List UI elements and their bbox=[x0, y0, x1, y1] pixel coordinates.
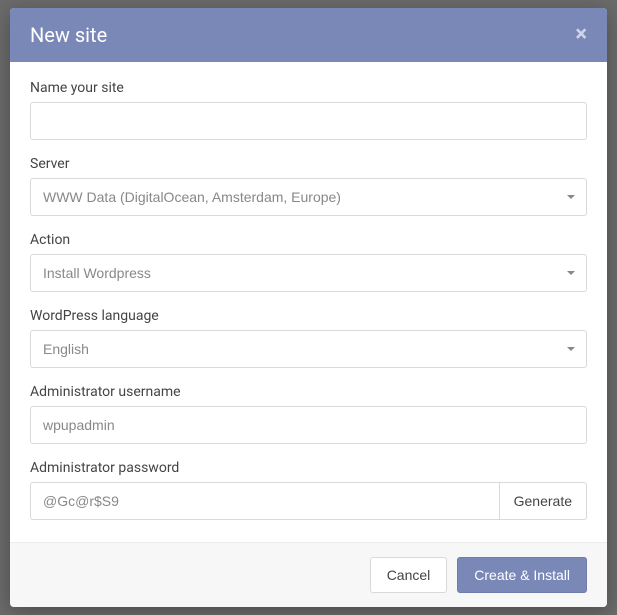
close-icon[interactable]: × bbox=[575, 24, 587, 46]
admin-password-group: Administrator password Generate bbox=[30, 460, 587, 520]
site-name-input[interactable] bbox=[30, 102, 587, 140]
server-select[interactable] bbox=[30, 178, 587, 216]
modal-title: New site bbox=[30, 23, 107, 47]
action-label: Action bbox=[30, 232, 587, 248]
server-select-value[interactable] bbox=[30, 178, 587, 216]
new-site-modal: New site × Name your site Server Action … bbox=[10, 8, 607, 607]
action-select[interactable] bbox=[30, 254, 587, 292]
action-group: Action bbox=[30, 232, 587, 292]
admin-username-group: Administrator username bbox=[30, 384, 587, 444]
language-select-value[interactable] bbox=[30, 330, 587, 368]
generate-password-button[interactable]: Generate bbox=[500, 482, 587, 520]
create-install-button[interactable]: Create & Install bbox=[457, 557, 587, 593]
modal-body: Name your site Server Action WordPress l… bbox=[10, 62, 607, 542]
admin-password-input-group: Generate bbox=[30, 482, 587, 520]
site-name-group: Name your site bbox=[30, 80, 587, 140]
site-name-label: Name your site bbox=[30, 80, 587, 96]
server-group: Server bbox=[30, 156, 587, 216]
cancel-button[interactable]: Cancel bbox=[370, 557, 448, 593]
language-group: WordPress language bbox=[30, 308, 587, 368]
admin-username-label: Administrator username bbox=[30, 384, 587, 400]
action-select-value[interactable] bbox=[30, 254, 587, 292]
language-label: WordPress language bbox=[30, 308, 587, 324]
admin-username-input[interactable] bbox=[30, 406, 587, 444]
modal-header: New site × bbox=[10, 8, 607, 62]
server-label: Server bbox=[30, 156, 587, 172]
language-select[interactable] bbox=[30, 330, 587, 368]
admin-password-input[interactable] bbox=[30, 482, 500, 520]
admin-password-label: Administrator password bbox=[30, 460, 587, 476]
modal-footer: Cancel Create & Install bbox=[10, 542, 607, 607]
